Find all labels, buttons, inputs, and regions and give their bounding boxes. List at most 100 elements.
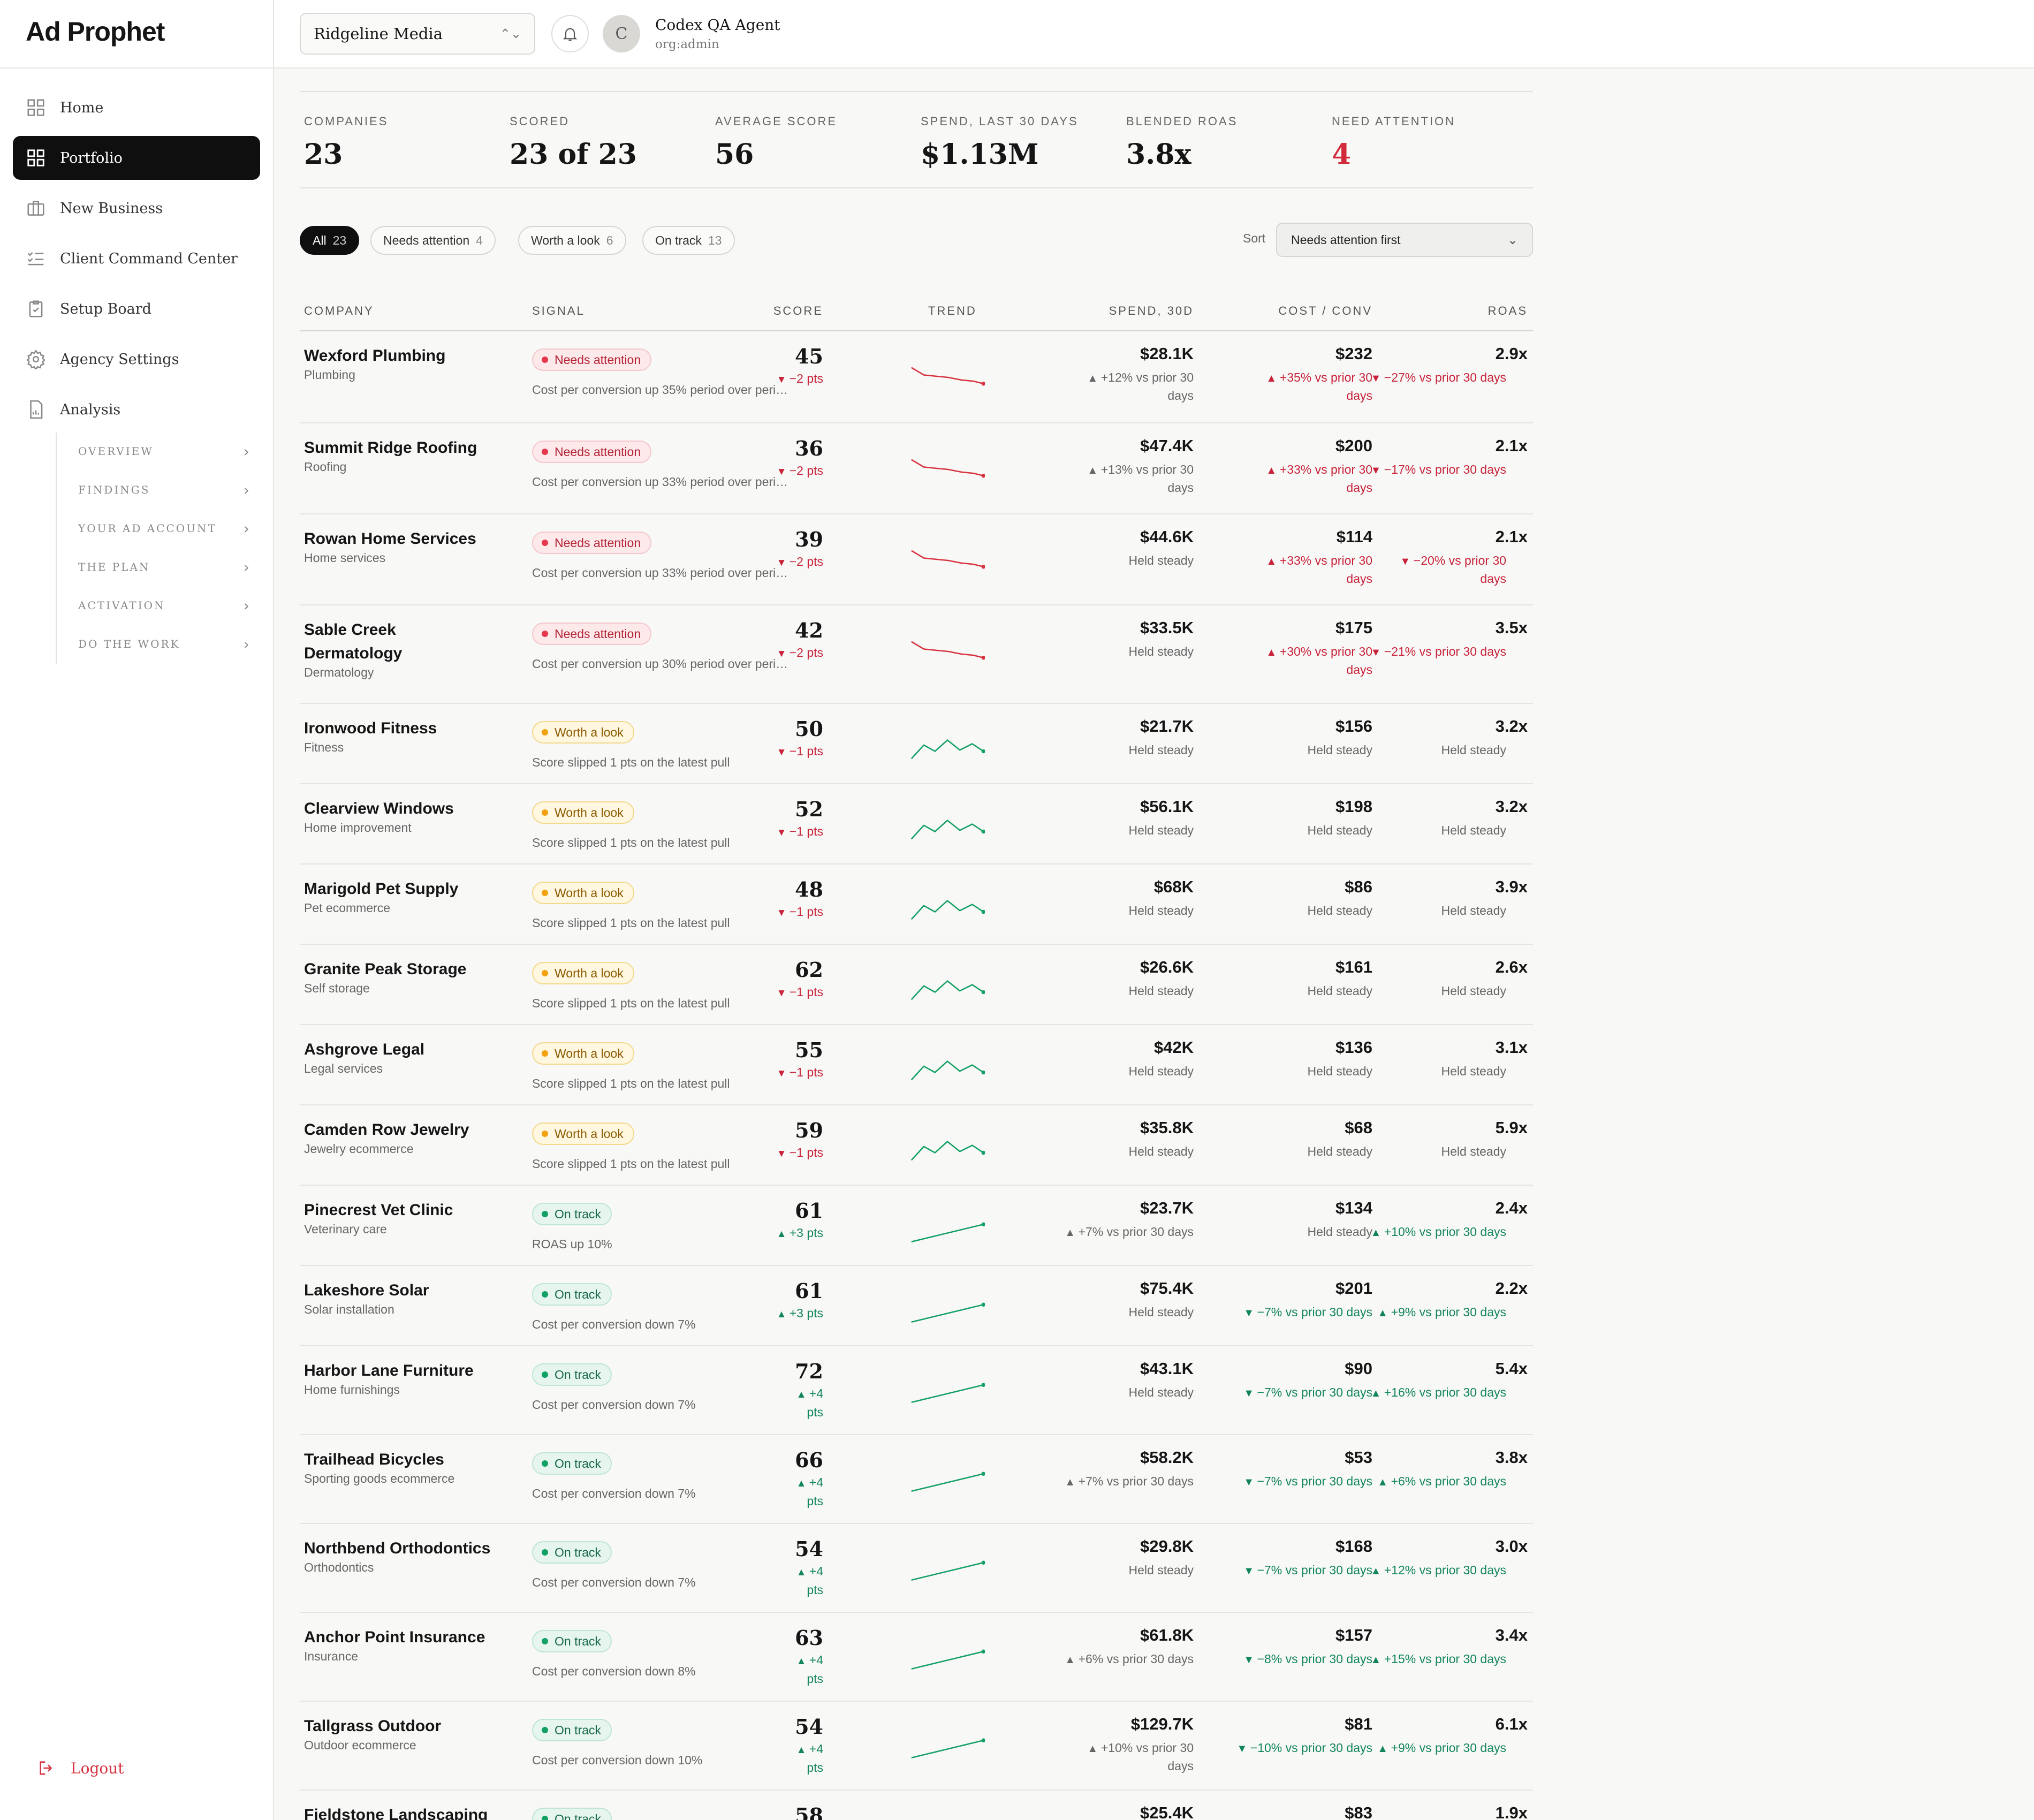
company-name[interactable]: Camden Row Jewelry xyxy=(304,1118,513,1142)
table-row[interactable]: Northbend Orthodontics Orthodontics On t… xyxy=(300,1524,1533,1613)
sidebar-item-analysis[interactable]: Analysis xyxy=(13,388,260,431)
sidebar-item-home[interactable]: Home xyxy=(13,86,260,130)
table-row[interactable]: Clearview Windows Home improvement Worth… xyxy=(300,784,1533,864)
table-row[interactable]: Anchor Point Insurance Insurance On trac… xyxy=(300,1613,1533,1702)
signal-description: Score slipped 1 pts on the latest pull xyxy=(532,1076,730,1090)
status-badge: On track xyxy=(532,1363,612,1386)
company-name[interactable]: Northbend Orthodontics xyxy=(304,1537,513,1560)
table-row[interactable]: Harbor Lane Furniture Home furnishings O… xyxy=(300,1346,1533,1435)
bell-icon xyxy=(563,28,578,41)
company-name[interactable]: Harbor Lane Furniture xyxy=(304,1359,513,1383)
company-name[interactable]: Ironwood Fitness xyxy=(304,717,513,740)
cost-per-conv-value: $161 xyxy=(1335,958,1372,976)
score-delta-text: −1 pts xyxy=(789,1146,823,1159)
triangle-down-icon: ▼ xyxy=(1243,1565,1257,1577)
company-name[interactable]: Trailhead Bicycles xyxy=(304,1448,513,1472)
score-delta: ▲ +4 pts xyxy=(786,1563,823,1598)
notifications-button[interactable] xyxy=(551,15,589,52)
change-note: Held steady xyxy=(1128,1385,1194,1399)
filter-needs-attention[interactable]: Needs attention 4 xyxy=(370,226,496,255)
company-name[interactable]: Anchor Point Insurance xyxy=(304,1626,513,1649)
change-note: +10% vs prior 30 days xyxy=(1384,1225,1506,1239)
score-value: 63 xyxy=(795,1626,823,1650)
table-row[interactable]: Pinecrest Vet Clinic Veterinary care On … xyxy=(300,1186,1533,1266)
score-delta: ▼ −1 pts xyxy=(754,1064,823,1082)
triangle-up-icon: ▲ xyxy=(1370,1387,1384,1399)
company-name[interactable]: Clearview Windows xyxy=(304,797,513,821)
table-row[interactable]: Rowan Home Services Home services Needs … xyxy=(300,514,1533,605)
company-name[interactable]: Pinecrest Vet Clinic xyxy=(304,1199,513,1222)
subnav-label: YOUR AD ACCOUNT xyxy=(78,522,217,535)
column-header-spend[interactable]: SPEND, 30D xyxy=(1071,304,1194,318)
filter-count: 13 xyxy=(708,233,722,247)
company-name[interactable]: Sable Creek Dermatology xyxy=(304,618,443,665)
triangle-up-icon: ▲ xyxy=(1087,1743,1101,1755)
change-note: Held steady xyxy=(1128,984,1194,998)
roas-value: 5.9x xyxy=(1495,1118,1528,1137)
status-dot-icon xyxy=(542,1291,548,1298)
column-header-company[interactable]: COMPANY xyxy=(304,304,374,318)
company-name[interactable]: Fieldstone Landscaping xyxy=(304,1803,513,1820)
org-switcher[interactable]: Ridgeline Media ⌃⌄ xyxy=(300,13,535,55)
subnav-item-findings[interactable]: FINDINGS › xyxy=(78,476,249,503)
status-label: Needs attention xyxy=(555,626,641,641)
sidebar-item-new-business[interactable]: New Business xyxy=(13,186,260,230)
table-row[interactable]: Granite Peak Storage Self storage Worth … xyxy=(300,945,1533,1025)
score-value: 45 xyxy=(795,344,823,368)
company-name[interactable]: Wexford Plumbing xyxy=(304,344,513,368)
stat-need-attention: NEED ATTENTION 4 xyxy=(1327,115,1526,171)
company-name[interactable]: Granite Peak Storage xyxy=(304,958,513,981)
table-row[interactable]: Lakeshore Solar Solar installation On tr… xyxy=(300,1266,1533,1346)
table-row[interactable]: Marigold Pet Supply Pet ecommerce Worth … xyxy=(300,864,1533,945)
logout-button[interactable]: Logout xyxy=(37,1759,124,1777)
app-root: Ad Prophet Home Portfolio New Business C… xyxy=(0,0,2034,1820)
sidebar-item-setup-board[interactable]: Setup Board xyxy=(13,287,260,331)
table-row[interactable]: Summit Ridge Roofing Roofing Needs atten… xyxy=(300,423,1533,514)
company-name[interactable]: Tallgrass Outdoor xyxy=(304,1715,513,1738)
status-badge: On track xyxy=(532,1719,612,1741)
trend-sparkline xyxy=(911,367,985,386)
chevron-right-icon: › xyxy=(243,596,249,615)
sort-dropdown[interactable]: Needs attention first ⌄ xyxy=(1276,223,1533,257)
company-industry: Sporting goods ecommerce xyxy=(304,1472,455,1485)
table-row[interactable]: Tallgrass Outdoor Outdoor ecommerce On t… xyxy=(300,1702,1533,1791)
table-row[interactable]: Trailhead Bicycles Sporting goods ecomme… xyxy=(300,1435,1533,1524)
company-name[interactable]: Marigold Pet Supply xyxy=(304,877,513,901)
table-row[interactable]: Sable Creek Dermatology Dermatology Need… xyxy=(300,605,1533,704)
subnav-item-activation[interactable]: ACTIVATION › xyxy=(78,592,249,619)
company-name[interactable]: Rowan Home Services xyxy=(304,527,513,551)
sidebar-item-client-command-center[interactable]: Client Command Center xyxy=(13,237,260,280)
column-header-signal[interactable]: SIGNAL xyxy=(532,304,585,318)
company-name[interactable]: Summit Ridge Roofing xyxy=(304,436,513,460)
stat-value: $1.13M xyxy=(921,138,1039,171)
spend-change: ▲ +7% vs prior 30 days xyxy=(1017,1223,1194,1241)
filter-on-track[interactable]: On track 13 xyxy=(642,226,735,255)
subnav-item-overview[interactable]: OVERVIEW › xyxy=(78,438,249,465)
score-value: 39 xyxy=(795,527,823,551)
spend-change: Held steady xyxy=(1017,822,1194,839)
avatar[interactable]: C xyxy=(603,15,640,52)
checklist-icon xyxy=(27,252,44,266)
subnav-item-your-ad-account[interactable]: YOUR AD ACCOUNT › xyxy=(78,515,249,542)
column-header-trend[interactable]: TREND xyxy=(928,304,977,318)
column-header-score[interactable]: SCORE xyxy=(759,304,823,318)
subnav-item-the-plan[interactable]: THE PLAN › xyxy=(78,553,249,580)
column-header-cost-per-conv[interactable]: COST / CONV xyxy=(1249,304,1372,318)
sidebar-item-agency-settings[interactable]: Agency Settings xyxy=(13,337,260,381)
sidebar-item-portfolio[interactable]: Portfolio xyxy=(13,136,260,180)
table-row[interactable]: Ashgrove Legal Legal services Worth a lo… xyxy=(300,1025,1533,1105)
subnav-item-do-the-work[interactable]: DO THE WORK › xyxy=(78,631,249,657)
table-row[interactable]: Fieldstone Landscaping On track 58 $25.4… xyxy=(300,1791,1533,1820)
company-name[interactable]: Ashgrove Legal xyxy=(304,1038,513,1061)
filter-all[interactable]: All 23 xyxy=(300,226,360,255)
filter-label: On track xyxy=(655,233,702,247)
company-name[interactable]: Lakeshore Solar xyxy=(304,1279,513,1302)
column-header-roas[interactable]: ROAS xyxy=(1421,304,1528,318)
triangle-up-icon: ▲ xyxy=(1266,373,1280,384)
filter-worth-a-look[interactable]: Worth a look 6 xyxy=(518,226,626,255)
cost-per-conv-value: $136 xyxy=(1335,1038,1372,1057)
change-note: −21% vs prior 30 days xyxy=(1384,644,1506,658)
table-row[interactable]: Camden Row Jewelry Jewelry ecommerce Wor… xyxy=(300,1105,1533,1186)
table-row[interactable]: Wexford Plumbing Plumbing Needs attentio… xyxy=(300,331,1533,423)
table-row[interactable]: Ironwood Fitness Fitness Worth a look Sc… xyxy=(300,704,1533,784)
